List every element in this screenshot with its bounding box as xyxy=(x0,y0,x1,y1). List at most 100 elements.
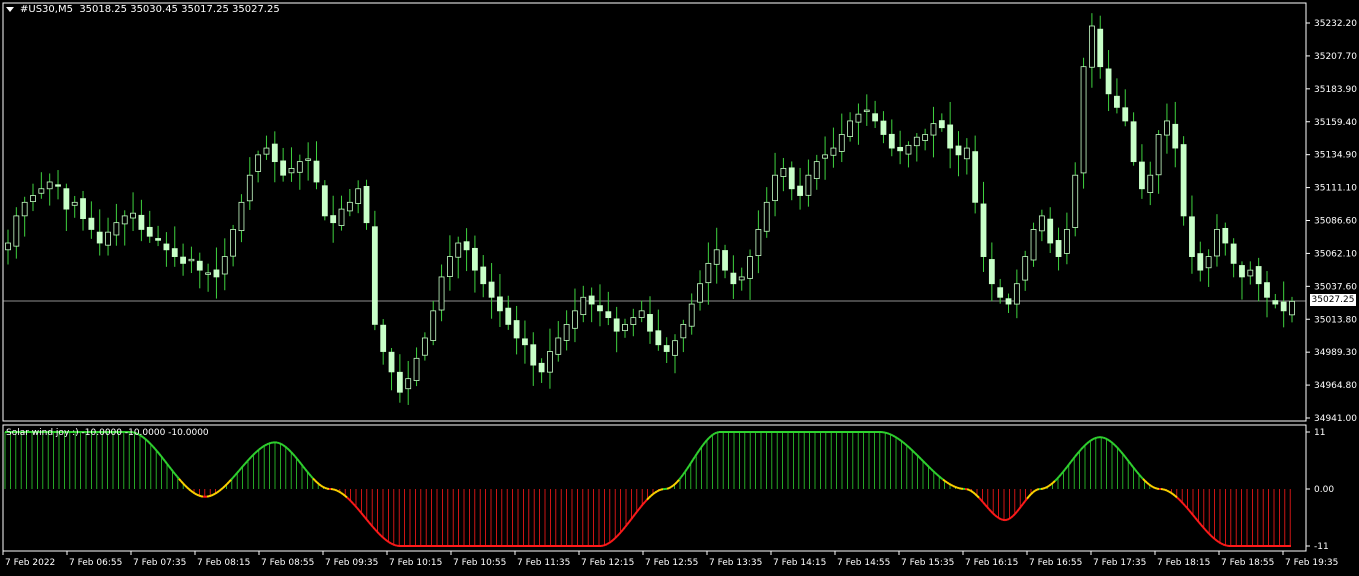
oscillator-line xyxy=(1001,519,1003,520)
oscillator-line xyxy=(1091,439,1093,440)
oscillator-line xyxy=(945,481,947,482)
dropdown-triangle-icon[interactable] xyxy=(6,7,14,12)
oscillator-line xyxy=(1063,470,1065,472)
oscillator-line xyxy=(989,509,991,511)
oscillator-line xyxy=(1081,447,1083,449)
oscillator-line xyxy=(285,446,287,448)
price-tick-label: 34941.00 xyxy=(1314,414,1357,424)
candle-body xyxy=(547,352,552,373)
candle-body xyxy=(497,297,502,311)
candle-body xyxy=(222,257,227,274)
oscillator-line xyxy=(171,469,173,472)
oscillator-line xyxy=(353,503,355,505)
oscillator-line xyxy=(971,491,973,492)
candle-body xyxy=(414,358,419,380)
oscillator-line xyxy=(313,478,315,480)
candle-body xyxy=(306,159,311,161)
current-price-tag: 35027.25 xyxy=(1310,294,1356,306)
oscillator-line xyxy=(651,494,653,496)
candle-body xyxy=(914,137,919,145)
oscillator-line xyxy=(223,486,225,488)
candle-body xyxy=(1089,26,1094,67)
price-tick-label: 35183.90 xyxy=(1314,85,1357,95)
oscillator-line xyxy=(225,484,227,486)
oscillator-line xyxy=(915,453,917,455)
candle-body xyxy=(781,168,786,176)
candle-body xyxy=(297,162,302,173)
candle-body xyxy=(1256,266,1261,283)
candle-body xyxy=(1164,121,1169,135)
candle-body xyxy=(239,202,244,230)
time-tick-label: 7 Feb 17:35 xyxy=(1093,558,1146,568)
oscillator-line xyxy=(1123,454,1125,456)
time-tick-label: 7 Feb 08:15 xyxy=(197,558,250,568)
oscillator-line xyxy=(189,489,191,491)
price-tick-label: 34964.80 xyxy=(1314,381,1357,391)
oscillator-line xyxy=(257,450,259,452)
candle-body xyxy=(1039,216,1044,231)
candle-body xyxy=(714,250,719,265)
oscillator-line xyxy=(175,474,177,476)
oscillator-line xyxy=(385,539,387,541)
time-tick-label: 7 Feb 13:35 xyxy=(709,558,762,568)
oscillator-line xyxy=(1105,438,1107,439)
oscillator-line xyxy=(659,490,661,491)
price-tick-label: 35013.80 xyxy=(1314,315,1357,325)
oscillator-line xyxy=(1013,514,1015,516)
time-tick-label: 7 Feb 07:35 xyxy=(133,558,186,568)
candle-body xyxy=(1031,229,1036,260)
oscillator-line xyxy=(621,530,623,532)
price-tick-label: 35037.60 xyxy=(1314,282,1357,292)
oscillator-line xyxy=(1029,494,1031,496)
oscillator-line xyxy=(897,438,899,439)
candle-body xyxy=(14,216,19,246)
oscillator-line xyxy=(1085,443,1087,445)
oscillator-line xyxy=(195,494,197,495)
candle-body xyxy=(1264,283,1269,298)
oscillator-line xyxy=(1181,501,1183,503)
oscillator-line xyxy=(911,449,913,451)
candle-body xyxy=(472,248,477,270)
oscillator-line xyxy=(657,490,659,491)
candle-body xyxy=(1290,301,1295,315)
oscillator-line xyxy=(707,438,709,440)
candle-body xyxy=(1114,96,1119,107)
oscillator-line xyxy=(1119,449,1121,451)
oscillator-line xyxy=(1017,509,1019,511)
oscillator-line xyxy=(1053,481,1055,483)
oscillator-line xyxy=(627,522,629,525)
oscillator-line xyxy=(1209,534,1211,536)
oscillator-line xyxy=(239,468,241,470)
oscillator-line xyxy=(1183,503,1185,505)
candle-body xyxy=(247,175,252,201)
oscillator-line xyxy=(937,475,939,477)
candle-body xyxy=(1181,145,1186,216)
candle-body xyxy=(823,155,828,158)
candle-body xyxy=(181,257,186,263)
candle-body xyxy=(147,227,152,236)
candle-body xyxy=(923,135,928,141)
candle-body xyxy=(881,121,886,134)
oscillator-line xyxy=(179,479,181,481)
candle-body xyxy=(39,189,44,193)
candle-body xyxy=(1056,240,1061,256)
oscillator-line xyxy=(903,442,905,444)
candle-body xyxy=(322,186,327,216)
time-tick-label: 7 Feb 06:55 xyxy=(69,558,122,568)
oscillator-line xyxy=(669,487,671,488)
oscillator-line xyxy=(1069,462,1071,465)
oscillator-line xyxy=(155,449,157,451)
chart-window[interactable]: 35232.2035207.7035183.9035159.4035134.90… xyxy=(0,0,1359,573)
oscillator-line xyxy=(1037,489,1039,490)
candle-body xyxy=(956,146,961,155)
candle-body xyxy=(439,277,444,310)
candle-body xyxy=(764,202,769,231)
chart-canvas[interactable]: 35232.2035207.7035183.9035159.4035134.90… xyxy=(0,0,1359,573)
oscillator-line xyxy=(973,492,975,494)
candle-body xyxy=(606,312,611,318)
oscillator-line xyxy=(701,445,703,448)
candle-body xyxy=(1223,228,1228,243)
candle-body xyxy=(1106,69,1111,94)
oscillator-line xyxy=(895,437,897,438)
oscillator-line xyxy=(671,486,673,487)
